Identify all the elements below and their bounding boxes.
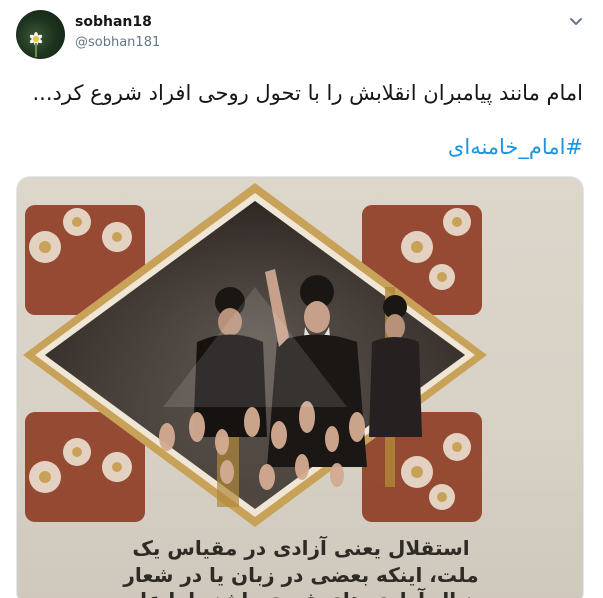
caption-line: استقلال یعنی آزادی در مقیاس یک (132, 536, 470, 560)
caption-line: ملت، اینکه بعضی در زبان یا در شعار (123, 563, 479, 587)
tweet-image[interactable]: استقلال یعنی آزادی در مقیاس یک ملت، اینک… (16, 176, 584, 598)
display-name[interactable]: sobhan18 (75, 14, 152, 30)
user-handle[interactable]: @sobhan181 (75, 35, 160, 50)
chevron-down-icon[interactable] (566, 12, 586, 32)
tweet-text: امام مانند پیامبران انقلابش را با تحول ر… (32, 81, 583, 105)
caption-line: دنبال آزادی های فردی باشند اما علیه (17, 587, 583, 598)
avatar[interactable] (16, 10, 65, 59)
tweet: sobhan18 @sobhan181 امام مانند پیامبران … (0, 0, 603, 598)
hashtag-link[interactable]: #امام_خامنه‌ای (448, 135, 583, 159)
